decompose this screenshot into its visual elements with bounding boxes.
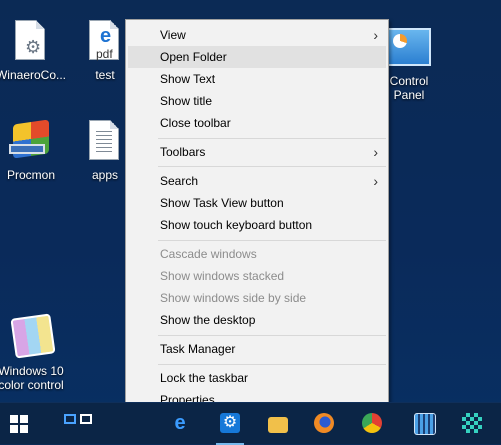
- desktop-icon-label: WinaeroCo...: [0, 68, 67, 82]
- menu-item-lock-the-taskbar[interactable]: Lock the taskbar: [128, 367, 386, 389]
- chrome-icon: [362, 413, 382, 433]
- taskbar-edge-button[interactable]: e: [160, 403, 200, 445]
- procmon-icon: [9, 118, 53, 164]
- menu-separator: [158, 240, 386, 241]
- menu-separator: [158, 364, 386, 365]
- menu-item-show-touch-keyboard-button[interactable]: Show touch keyboard button: [128, 214, 386, 236]
- taskbar: e ⚙: [0, 402, 501, 445]
- menu-item-show-title[interactable]: Show title: [128, 90, 386, 112]
- firefox-icon: [314, 413, 334, 433]
- pdf-file-icon: e pdf: [83, 18, 127, 64]
- control-panel-icon: [387, 24, 431, 70]
- taskbar-file-explorer-button[interactable]: [258, 403, 298, 445]
- menu-item-task-manager[interactable]: Task Manager: [128, 338, 386, 360]
- menu-item-show-the-desktop[interactable]: Show the desktop: [128, 309, 386, 331]
- taskbar-app-button[interactable]: [452, 403, 492, 445]
- desktop-icon-label: Windows 10: [0, 364, 64, 378]
- menu-item-show-text[interactable]: Show Text: [128, 68, 386, 90]
- menu-item-cascade-windows: Cascade windows: [160, 247, 257, 261]
- text-file-icon: [83, 118, 127, 164]
- chevron-right-icon: ›: [373, 173, 378, 189]
- menu-item-search[interactable]: Search ›: [128, 170, 386, 192]
- color-control-icon: [9, 313, 56, 360]
- taskbar-tool-button[interactable]: [404, 403, 444, 445]
- settings-file-icon: ⚙: [9, 18, 53, 64]
- taskbar-firefox-button[interactable]: [304, 403, 344, 445]
- app-icon: [462, 413, 482, 433]
- taskbar-context-menu: View › Open Folder Show Text Show title C…: [125, 19, 389, 414]
- desktop-icon-winaeroco[interactable]: ⚙ WinaeroCo...: [0, 18, 70, 82]
- tool-icon: [414, 413, 436, 435]
- file-explorer-icon: [268, 417, 288, 433]
- desktop-icon-procmon[interactable]: Procmon: [0, 118, 70, 182]
- start-button[interactable]: [0, 403, 40, 445]
- menu-item-view[interactable]: View ›: [128, 24, 386, 46]
- desktop-icon-label-line2: color control: [0, 378, 64, 392]
- menu-separator: [158, 166, 386, 167]
- menu-item-show-windows-stacked: Show windows stacked: [160, 269, 285, 283]
- menu-item-close-toolbar[interactable]: Close toolbar: [128, 112, 386, 134]
- chevron-right-icon: ›: [373, 144, 378, 160]
- menu-separator: [158, 335, 386, 336]
- menu-item-show-windows-side-by-side: Show windows side by side: [160, 291, 307, 305]
- desktop-icon-windows10-color-control[interactable]: Windows 10 color control: [0, 313, 70, 392]
- task-view-button[interactable]: [58, 403, 110, 445]
- menu-separator: [158, 138, 386, 139]
- chevron-right-icon: ›: [373, 27, 378, 43]
- task-view-icon: [64, 414, 76, 424]
- menu-item-open-folder[interactable]: Open Folder: [128, 46, 386, 68]
- start-icon: [10, 415, 28, 433]
- desktop-icon-label: Procmon: [6, 168, 56, 182]
- settings-icon: ⚙: [222, 414, 238, 431]
- taskbar-settings-button[interactable]: ⚙: [210, 403, 250, 445]
- edge-icon: e: [174, 412, 186, 434]
- taskbar-chrome-button[interactable]: [352, 403, 392, 445]
- menu-item-toolbars[interactable]: Toolbars ›: [128, 141, 386, 163]
- menu-item-show-task-view-button[interactable]: Show Task View button: [128, 192, 386, 214]
